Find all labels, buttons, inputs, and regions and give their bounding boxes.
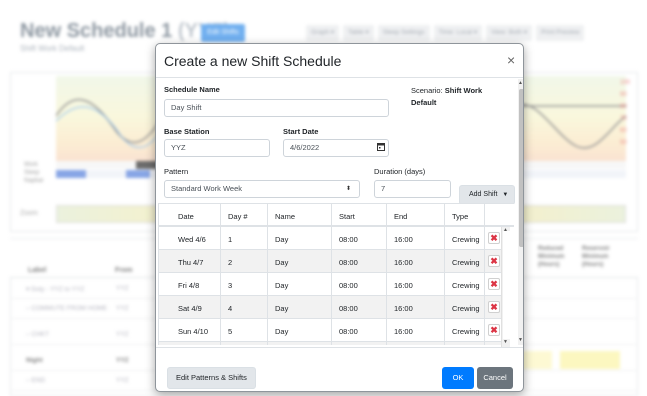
dialog-scrollbar[interactable]: ▲ ▼ xyxy=(518,79,523,345)
start-date-label: Start Date xyxy=(283,127,319,136)
delete-icon[interactable]: ✖ xyxy=(488,232,500,244)
cell-end: 16:00 xyxy=(394,304,413,313)
cell-day: 4 xyxy=(228,304,233,313)
select-arrows-icon: ⬍ xyxy=(345,186,351,192)
column-divider xyxy=(484,203,485,345)
add-shift-label: Add Shift xyxy=(469,191,498,198)
cell-name: Day xyxy=(275,304,289,313)
calendar-icon[interactable] xyxy=(377,141,385,157)
name-header: Name xyxy=(275,212,296,221)
duration-label: Duration (days) xyxy=(374,167,426,176)
scroll-up-icon[interactable]: ▲ xyxy=(518,80,523,86)
ok-button[interactable]: OK xyxy=(442,367,474,389)
cell-type: Crewing xyxy=(452,235,480,244)
start-date-value: 4/6/2022 xyxy=(290,143,320,152)
scroll-down-icon[interactable]: ▼ xyxy=(518,337,523,343)
cell-end: 16:00 xyxy=(394,258,413,267)
cell-end: 16:00 xyxy=(394,235,413,244)
cell-type: Crewing xyxy=(452,281,480,290)
start-date-input[interactable]: 4/6/2022 xyxy=(283,139,389,157)
cell-day: 2 xyxy=(228,258,233,267)
cell-type: Crewing xyxy=(452,327,480,336)
pattern-label: Pattern xyxy=(164,167,189,176)
cell-day: 3 xyxy=(228,281,233,290)
cell-start: 08:00 xyxy=(339,304,358,313)
scroll-up-icon[interactable]: ▲ xyxy=(503,227,508,233)
close-icon[interactable]: × xyxy=(507,52,515,68)
delete-icon[interactable]: ✖ xyxy=(488,278,500,290)
dialog-title: Create a new Shift Schedule xyxy=(164,53,342,69)
dialog-body: Schedule Name Day Shift Scenario: Shift … xyxy=(156,79,518,345)
delete-icon[interactable]: ✖ xyxy=(488,324,500,336)
cell-start: 08:00 xyxy=(339,281,358,290)
cell-type: Crewing xyxy=(452,258,480,267)
cell-name: Day xyxy=(275,327,289,336)
cell-end: 16:00 xyxy=(394,327,413,336)
delete-icon[interactable]: ✖ xyxy=(488,301,500,313)
dialog-scrollbar-thumb[interactable] xyxy=(519,89,523,247)
shifts-table: Date Day # Name Start End Type Wed 4/6 1… xyxy=(158,203,514,345)
end-header: End xyxy=(394,212,408,221)
table-border xyxy=(158,203,159,345)
schedule-name-label: Schedule Name xyxy=(164,85,220,94)
cell-name: Day xyxy=(275,258,289,267)
table-scrollbar-thumb[interactable] xyxy=(503,231,510,339)
scenario-label: Scenario: xyxy=(411,86,443,95)
scenario-info: Scenario: Shift Work Default xyxy=(411,85,496,109)
cell-date: Fri 4/8 xyxy=(178,281,200,290)
cell-type: Crewing xyxy=(452,304,480,313)
start-header: Start xyxy=(339,212,355,221)
cell-date: Sun 4/10 xyxy=(178,327,209,336)
day-number-header: Day # xyxy=(228,212,248,221)
schedule-name-input[interactable]: Day Shift xyxy=(164,99,389,117)
duration-input[interactable]: 7 xyxy=(374,180,451,198)
cell-end: 16:00 xyxy=(394,281,413,290)
edit-patterns-shifts-button[interactable]: Edit Patterns & Shifts xyxy=(167,367,256,389)
cell-date: Wed 4/6 xyxy=(178,235,206,244)
scroll-down-icon[interactable]: ▼ xyxy=(503,339,508,345)
column-divider xyxy=(386,203,387,345)
dialog-header: Create a new Shift Schedule × xyxy=(156,44,523,78)
add-shift-button[interactable]: Add Shift ▼ xyxy=(459,185,516,205)
base-station-input[interactable]: YYZ xyxy=(164,139,270,157)
cell-date: Thu 4/7 xyxy=(178,258,204,267)
chevron-down-icon: ▼ xyxy=(502,192,509,198)
cell-start: 08:00 xyxy=(339,235,358,244)
table-scrollbar[interactable]: ▲ ▼ xyxy=(501,227,510,347)
create-shift-schedule-dialog: Create a new Shift Schedule × Schedule N… xyxy=(155,43,524,392)
column-divider xyxy=(444,203,445,345)
cell-day: 5 xyxy=(228,327,233,336)
cancel-button[interactable]: Cancel xyxy=(477,367,513,389)
cell-day: 1 xyxy=(228,235,233,244)
type-header: Type xyxy=(452,212,469,221)
column-divider xyxy=(331,203,332,345)
cell-name: Day xyxy=(275,281,289,290)
delete-icon[interactable]: ✖ xyxy=(488,255,500,267)
column-divider xyxy=(220,203,221,345)
cell-date: Sat 4/9 xyxy=(178,304,202,313)
cell-name: Day xyxy=(275,235,289,244)
dialog-footer: Edit Patterns & Shifts OK Cancel xyxy=(156,347,523,391)
pattern-select[interactable]: Standard Work Week ⬍ xyxy=(164,180,360,198)
pattern-selected-value: Standard Work Week xyxy=(171,184,243,193)
cell-start: 08:00 xyxy=(339,327,358,336)
cell-start: 08:00 xyxy=(339,258,358,267)
date-header: Date xyxy=(178,212,194,221)
shifts-table-header: Date Day # Name Start End Type xyxy=(158,203,514,227)
column-divider xyxy=(267,203,268,345)
base-station-label: Base Station xyxy=(164,127,210,136)
